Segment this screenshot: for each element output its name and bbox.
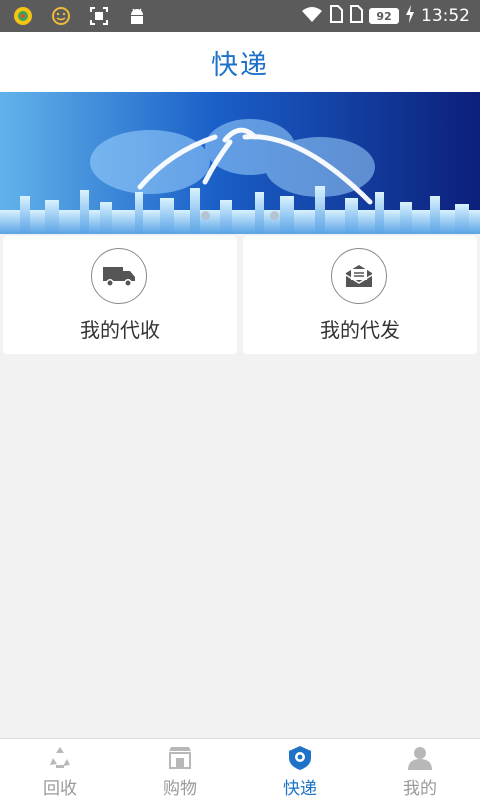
carousel-indicator	[0, 211, 480, 220]
truck-icon	[103, 267, 135, 287]
clock: 13:52	[421, 6, 470, 26]
page-title: 快递	[211, 49, 269, 81]
mail-icon	[345, 265, 373, 287]
nav-recycle[interactable]: 回收	[0, 739, 120, 801]
app-icon	[12, 5, 34, 27]
nav-shop[interactable]: 购物	[120, 739, 240, 801]
status-bar: 92 13:52	[0, 0, 480, 32]
mail-icon-circle	[331, 248, 387, 304]
service-cards: 我的代收 我的代发	[3, 236, 477, 354]
bottom-navigation: 回收 购物 快递 我的	[0, 738, 480, 801]
carousel-dot[interactable]	[270, 211, 279, 220]
android-icon	[126, 5, 148, 27]
nav-profile[interactable]: 我的	[360, 739, 480, 801]
screenshot-icon	[88, 5, 110, 27]
shop-icon	[167, 745, 193, 771]
carousel-dot[interactable]	[201, 211, 210, 220]
express-icon	[287, 745, 313, 771]
nav-express[interactable]: 快递	[240, 739, 360, 801]
truck-icon-circle	[91, 248, 147, 304]
nav-label: 回收	[43, 779, 77, 799]
nav-label: 购物	[163, 779, 197, 799]
profile-icon	[407, 745, 433, 771]
sim1-icon	[329, 4, 343, 28]
nav-label: 快递	[283, 779, 317, 799]
sim2-icon	[349, 4, 363, 28]
smiley-icon	[50, 5, 72, 27]
recycle-icon	[47, 745, 73, 771]
wifi-icon	[301, 5, 323, 28]
my-collection-card[interactable]: 我的代收	[3, 236, 237, 354]
banner-carousel[interactable]	[0, 92, 480, 234]
battery-icon: 92	[369, 8, 399, 24]
app-header: 快递	[0, 32, 480, 93]
card-label: 我的代发	[320, 318, 400, 342]
my-shipping-card[interactable]: 我的代发	[243, 236, 477, 354]
nav-label: 我的	[403, 779, 437, 799]
charging-icon	[405, 4, 415, 28]
notification-icons	[12, 5, 148, 27]
card-label: 我的代收	[80, 318, 160, 342]
system-status: 92 13:52	[301, 4, 470, 28]
